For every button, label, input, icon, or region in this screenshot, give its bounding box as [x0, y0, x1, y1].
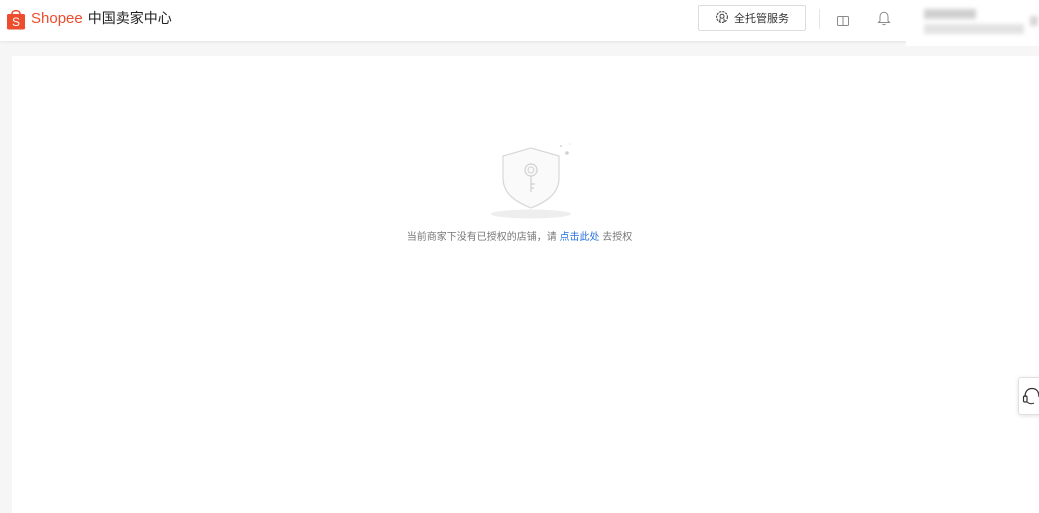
top-navigation-bar: S Shopee 中国卖家中心 全托管服务	[0, 0, 1039, 46]
brand-subtitle: 中国卖家中心	[87, 11, 172, 27]
bell-icon[interactable]	[877, 10, 891, 26]
shield-key-icon	[491, 143, 571, 219]
managed-service-label: 全托管服务	[734, 12, 789, 25]
empty-message-text: 当前商家下没有已授权的店铺，请	[406, 232, 557, 243]
brand-name: Shopee	[31, 10, 83, 27]
authorize-link[interactable]: 点击此处	[560, 232, 600, 243]
blurred-extra	[1030, 16, 1038, 26]
managed-service-button[interactable]: 全托管服务	[698, 5, 806, 31]
floating-help-button[interactable]	[1018, 377, 1039, 415]
book-icon[interactable]	[837, 12, 849, 26]
brand-logo[interactable]: S Shopee 中国卖家中心	[6, 8, 172, 30]
empty-message-suffix: 去授权	[602, 232, 633, 243]
header-divider	[819, 9, 820, 29]
blurred-user-info[interactable]	[906, 0, 1039, 46]
svg-text:S: S	[12, 15, 20, 29]
blurred-username	[924, 9, 976, 19]
badge-icon	[715, 10, 729, 27]
main-content-panel	[12, 56, 1039, 513]
shopee-bag-icon: S	[6, 8, 26, 30]
blurred-shop-info	[924, 24, 1024, 34]
headset-icon	[1022, 387, 1039, 405]
empty-state-message: 当前商家下没有已授权的店铺，请 点击此处 去授权	[0, 228, 1039, 243]
